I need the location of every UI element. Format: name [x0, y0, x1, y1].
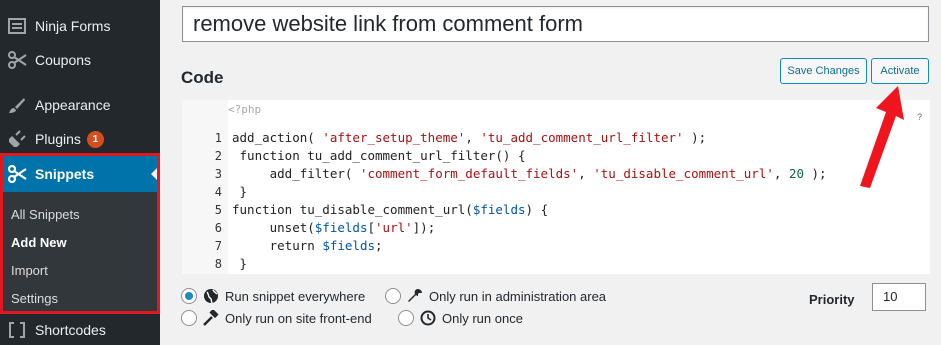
- hammer-icon: [203, 310, 219, 326]
- scope-once-radio[interactable]: [398, 310, 414, 326]
- sidebar-item-label: Plugins: [35, 131, 81, 147]
- current-menu-caret: [151, 168, 157, 180]
- submenu-import[interactable]: Import: [11, 263, 48, 278]
- activate-button[interactable]: Activate: [871, 58, 929, 84]
- line-number: 5: [214, 203, 222, 217]
- scissors-icon: [7, 164, 27, 184]
- scope-label: Run snippet everywhere: [225, 288, 366, 304]
- scope-everywhere-option[interactable]: Run snippet everywhere: [181, 288, 365, 304]
- clock-icon: [420, 310, 436, 326]
- sidebar-item-snippets[interactable]: Snippets: [3, 156, 157, 192]
- scope-frontend-option[interactable]: Only run on site front-end: [181, 310, 372, 326]
- scope-everywhere-radio[interactable]: [181, 288, 197, 304]
- php-open-tag: <?php: [228, 103, 262, 116]
- code-line: }: [232, 184, 248, 199]
- brackets-icon: [7, 320, 27, 340]
- line-number: 3: [214, 167, 222, 181]
- admin-sidebar: Ninja Forms Coupons Appearance Plugins 1…: [0, 0, 160, 345]
- priority-input[interactable]: 10: [872, 283, 926, 311]
- scope-label: Only run once: [442, 310, 523, 326]
- code-line: function tu_add_comment_url_filter() {: [232, 148, 526, 163]
- line-number: 7: [214, 239, 222, 253]
- code-line: return $fields;: [232, 238, 383, 253]
- snippet-title-input[interactable]: remove website link from comment form: [182, 6, 929, 42]
- line-number: 8: [214, 257, 222, 271]
- line-number: 1: [214, 131, 222, 145]
- code-line: add_action( 'after_setup_theme', 'tu_add…: [232, 130, 707, 145]
- sidebar-item-label: Snippets: [35, 166, 95, 182]
- sidebar-item-label: Coupons: [35, 52, 92, 68]
- update-count-badge: 1: [86, 130, 104, 148]
- save-changes-button[interactable]: Save Changes: [780, 58, 867, 84]
- scope-label: Only run in administration area: [429, 288, 607, 304]
- scope-admin-radio[interactable]: [385, 288, 401, 304]
- snippets-menu-highlight: Snippets All Snippets Add New Import Set…: [0, 153, 160, 314]
- scope-frontend-radio[interactable]: [181, 310, 197, 326]
- scope-label: Only run on site front-end: [225, 310, 372, 326]
- submenu-settings[interactable]: Settings: [11, 291, 58, 306]
- code-heading: Code: [181, 68, 224, 87]
- sidebar-item-coupons[interactable]: Coupons: [0, 43, 160, 77]
- arrow-annotation-icon: [860, 86, 904, 188]
- code-editor[interactable]: <?php ? 1 2 3 4 5 6 7 8 add_action( 'aft…: [182, 100, 930, 274]
- scope-once-option[interactable]: Only run once: [398, 310, 523, 326]
- line-number: 4: [214, 185, 222, 199]
- submenu-all-snippets[interactable]: All Snippets: [11, 207, 80, 222]
- sidebar-item-appearance[interactable]: Appearance: [0, 88, 160, 122]
- submenu-add-new[interactable]: Add New: [11, 235, 67, 250]
- form-icon: [7, 16, 27, 36]
- sidebar-item-plugins[interactable]: Plugins 1: [0, 122, 160, 156]
- line-number: 2: [214, 149, 222, 163]
- sidebar-item-label: Ninja Forms: [35, 18, 111, 34]
- paintbrush-icon: [7, 95, 27, 115]
- line-number: 6: [214, 221, 222, 235]
- sidebar-item-label: Shortcodes: [35, 322, 106, 338]
- sidebar-item-shortcodes[interactable]: Shortcodes: [0, 313, 160, 345]
- sidebar-item-ninja-forms[interactable]: Ninja Forms: [0, 9, 160, 43]
- code-line: add_filter( 'comment_form_default_fields…: [232, 166, 827, 181]
- wrench-icon: [407, 288, 423, 304]
- sidebar-item-label: Appearance: [35, 97, 111, 113]
- code-line: function tu_disable_comment_url($fields)…: [232, 202, 549, 217]
- plug-icon: [7, 129, 27, 149]
- scope-admin-option[interactable]: Only run in administration area: [385, 288, 606, 304]
- globe-icon: [203, 288, 219, 304]
- priority-label: Priority: [809, 292, 855, 307]
- code-line: unset($fields['url']);: [232, 220, 436, 235]
- help-link[interactable]: ?: [917, 112, 922, 122]
- code-line: }: [232, 256, 248, 271]
- scissors-icon: [7, 50, 27, 70]
